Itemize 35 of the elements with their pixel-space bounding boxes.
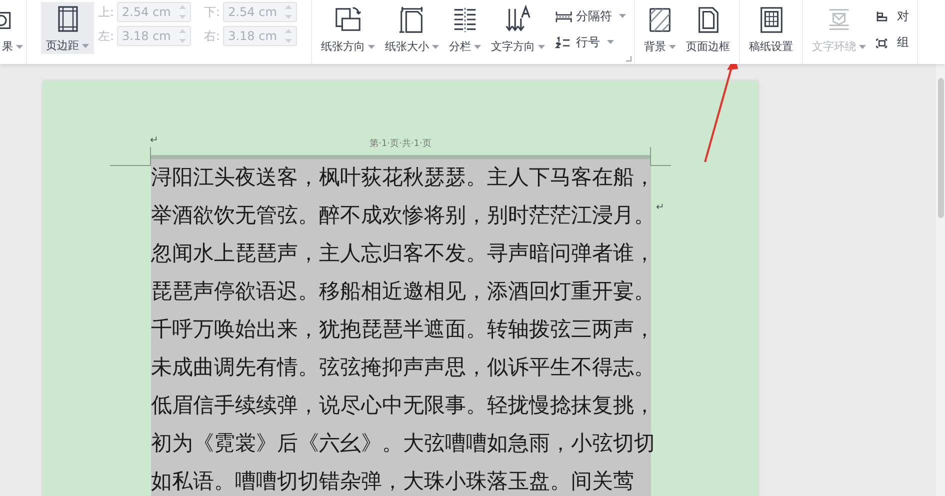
margin-label: 下:	[204, 4, 220, 21]
text-line: 浔阳江头夜送客，枫叶荻花秋瑟瑟。主人下马客在船，	[151, 166, 655, 189]
text-line: 千呼万唤始出来，犹抱琵琶半遮面。转轴拨弦三两声，	[151, 318, 655, 341]
textdir-icon	[503, 5, 534, 34]
paragraph-mark: ↵	[150, 135, 158, 146]
text-line: 初为《霓裳》后《六幺》。大弦嘈嘈如急雨，小弦切切	[151, 432, 655, 455]
linenum-icon	[554, 34, 572, 50]
ribbon-button[interactable]: 对	[875, 6, 910, 26]
ribbon-button[interactable]: 纸张大小	[380, 2, 444, 54]
text-line: 忽闻水上琵琶声，主人忘归客不发。寻声暗问弹者谁，	[151, 242, 655, 265]
cut-off-button[interactable]: 果	[0, 2, 23, 54]
margin-label: 右:	[204, 28, 220, 45]
margin-label: 左:	[98, 28, 114, 45]
ribbon-button[interactable]: 页面边框	[681, 2, 736, 54]
text-line: 举酒欲饮无管弦。醉不成欢惨将别，别时茫茫江浸月。	[151, 204, 655, 227]
page-header-text: 第·1·页·共·1·页	[370, 138, 432, 149]
margin-label: 上:	[98, 4, 114, 21]
scrollbar[interactable]	[936, 64, 945, 496]
text-line: 琵琶声停欲语迟。移船相近邀相见，添酒回灯重开宴。	[151, 280, 655, 303]
ribbon-button[interactable]: 文字方向	[486, 2, 550, 54]
ribbon-button[interactable]: 分隔符	[554, 6, 626, 26]
ribbon-button[interactable]: 组	[875, 32, 910, 52]
text-line: 低眉信手续续弹，说尽心中无限事。轻拢慢捻抹复挑，	[151, 394, 655, 417]
dialog-launcher-icon[interactable]	[626, 56, 632, 62]
paragraph-mark: ↵	[656, 202, 664, 213]
ribbon-button[interactable]: 分栏	[444, 2, 486, 54]
text-line: 如私语。嘈嘈切切错杂弹，大珠小珠落玉盘。间关莺	[151, 470, 634, 493]
ribbon-button[interactable]: 背景	[639, 2, 682, 54]
margins-button[interactable]: 页边距	[41, 2, 94, 54]
text-line: 未成曲调先有情。弦弦掩抑声声思，似诉平生不得志。	[151, 356, 655, 379]
orientation-icon	[333, 5, 364, 34]
ribbon-button[interactable]: 稿纸设置	[744, 2, 798, 54]
ribbon-button[interactable]: 行号	[554, 32, 626, 52]
ribbon-button[interactable]: 纸张方向	[316, 2, 380, 54]
margins-icon	[56, 5, 78, 33]
